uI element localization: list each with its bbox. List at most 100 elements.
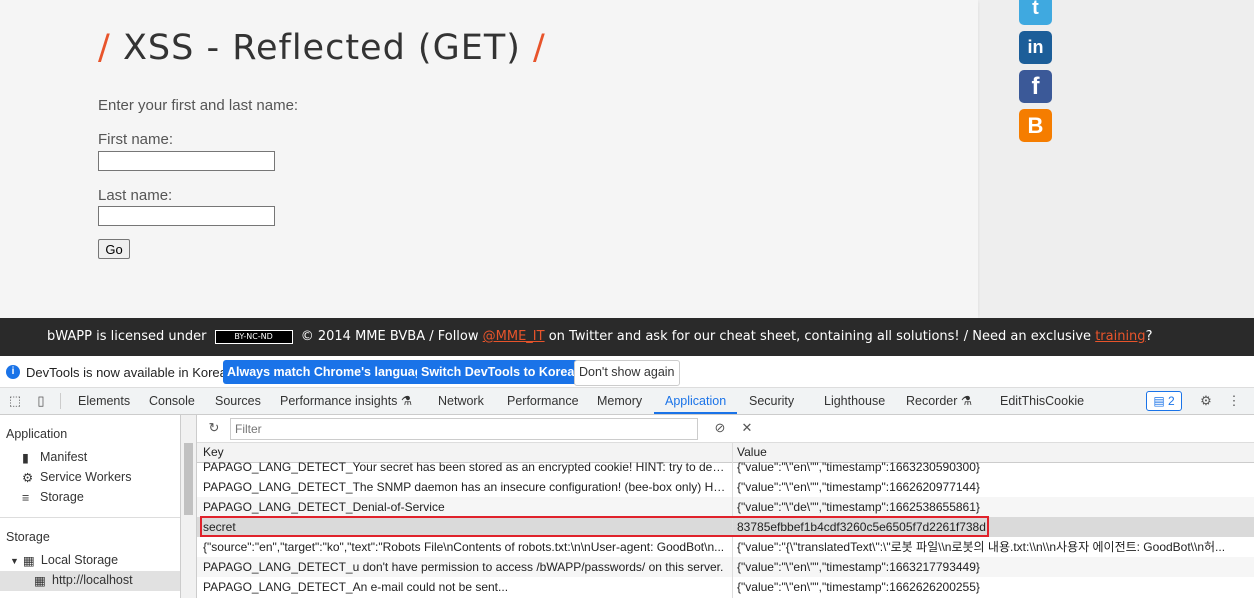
switch-to-korean-button[interactable]: Switch DevTools to Korean (417, 360, 586, 384)
tab-lighthouse[interactable]: Lighthouse (824, 388, 885, 414)
footer-cheatsheet-text: on Twitter and ask for our cheat sheet, … (548, 329, 1092, 344)
sidebar-item-label: Manifest (40, 450, 88, 464)
sidebar-scrollbar[interactable] (181, 415, 197, 598)
sidebar-header-storage: Storage (6, 530, 50, 544)
sidebar-item-manifest[interactable]: ▮ Manifest (22, 450, 88, 465)
tab-performance-insights-label: Performance insights (280, 394, 398, 408)
filter-input[interactable] (230, 418, 698, 440)
row-value: {"value":"\"en\"","timestamp":1663217793… (737, 560, 980, 574)
info-icon: i (6, 365, 20, 379)
sidebar-item-storage[interactable]: ≡ Storage (22, 490, 84, 505)
name-prompt: Enter your first and last name: (98, 97, 299, 114)
clear-all-icon[interactable]: ⊘ (712, 420, 728, 436)
flask-icon: ⚗ (400, 394, 413, 408)
first-name-input[interactable] (98, 151, 275, 171)
sidebar-item-local-storage[interactable]: ▼ ▦ Local Storage (10, 553, 119, 568)
sidebar-divider (0, 517, 180, 518)
storage-panel: ↻ ⊘ ✕ Key Value PAPAGO_LANG_DETECT_Your … (197, 415, 1254, 598)
tab-application[interactable]: Application (654, 388, 738, 414)
go-button[interactable]: Go (98, 239, 130, 259)
tab-elements[interactable]: Elements (78, 388, 130, 414)
tab-performance[interactable]: Performance (507, 388, 579, 414)
blogger-icon[interactable]: B (1019, 109, 1052, 142)
twitter-icon[interactable]: t (1019, 0, 1052, 25)
row-key: {"source":"en","target":"ko","text":"Rob… (203, 540, 725, 554)
delete-selected-icon[interactable]: ✕ (739, 420, 755, 436)
notice-text: DevTools is now available in Korean! (26, 365, 238, 380)
sidebar-item-label: Service Workers (40, 470, 132, 484)
row-value: {"value":"{\"translatedText\":\"로봇 파일\\n… (737, 540, 1226, 554)
database-icon: ≡ (22, 491, 30, 505)
grid-icon: ▦ (34, 574, 46, 588)
tab-recorder[interactable]: Recorder ⚗ (906, 388, 972, 414)
tab-console[interactable]: Console (149, 388, 195, 414)
refresh-icon[interactable]: ↻ (206, 420, 222, 436)
row-key: PAPAGO_LANG_DETECT_Denial-of-Service (203, 500, 445, 514)
row-key: PAPAGO_LANG_DETECT_An e-mail could not b… (203, 580, 509, 594)
tab-network[interactable]: Network (438, 388, 484, 414)
grid-icon: ▦ (22, 554, 35, 568)
footer-end: ? (1145, 329, 1153, 344)
tab-sources[interactable]: Sources (215, 388, 261, 414)
message-count: 2 (1168, 394, 1175, 408)
sidebar-item-label: http://localhost (52, 573, 133, 587)
table-row[interactable]: PAPAGO_LANG_DETECT_Denial-of-Service {"va… (197, 497, 1254, 517)
row-value: {"value":"\"en\"","timestamp":1662626200… (737, 580, 980, 594)
tab-recorder-label: Recorder (906, 394, 958, 408)
last-name-input[interactable] (98, 206, 275, 226)
sidebar-item-service-workers[interactable]: ⚙ Service Workers (22, 470, 132, 485)
table-row[interactable]: PAPAGO_LANG_DETECT_u don't have permissi… (197, 557, 1254, 577)
dont-show-again-button[interactable]: Don't show again (574, 360, 680, 386)
device-toolbar-icon[interactable]: ▯ (33, 393, 49, 409)
web-page: / XSS - Reflected (GET) / Enter your fir… (0, 0, 1254, 318)
always-match-language-button[interactable]: Always match Chrome's language (223, 360, 434, 384)
devtools-language-notice: i DevTools is now available in Korean! A… (0, 357, 1254, 388)
cc-license-badge[interactable]: BY-NC-ND (214, 329, 293, 344)
title-slash-right: / (533, 28, 546, 68)
inspect-element-icon[interactable]: ⬚ (7, 393, 23, 409)
main-panel: / XSS - Reflected (GET) / Enter your fir… (0, 0, 978, 318)
row-key: PAPAGO_LANG_DETECT_u don't have permissi… (203, 560, 724, 574)
footer-copyright: © 2014 MME BVBA / Follow (300, 329, 479, 344)
highlight-box (200, 516, 989, 537)
tab-memory[interactable]: Memory (597, 388, 642, 414)
table-row[interactable]: {"source":"en","target":"ko","text":"Rob… (197, 537, 1254, 557)
linkedin-icon[interactable]: in (1019, 31, 1052, 64)
first-name-label: First name: (98, 131, 174, 148)
application-sidebar: Application ▮ Manifest ⚙ Service Workers ≡… (0, 415, 181, 598)
tab-security[interactable]: Security (749, 388, 794, 414)
gear-icon: ⚙ (22, 471, 34, 485)
sidebar-item-label: Local Storage (40, 553, 119, 567)
row-key: PAPAGO_LANG_DETECT_Your secret has been … (203, 460, 727, 474)
devtools-tab-bar: ⬚ ▯ Elements Console Sources Performance… (0, 388, 1254, 415)
facebook-icon[interactable]: f (1019, 70, 1052, 103)
page-title: / XSS - Reflected (GET) / (98, 28, 546, 68)
last-name-label: Last name: (98, 187, 173, 204)
table-row[interactable]: PAPAGO_LANG_DETECT_The SNMP daemon has a… (197, 477, 1254, 497)
twitter-handle-link[interactable]: @MME_IT (483, 329, 545, 344)
toolbar-divider (60, 393, 61, 409)
sidebar-item-label: Storage (40, 490, 84, 504)
settings-gear-icon[interactable]: ⚙ (1198, 393, 1214, 409)
expand-arrow-icon[interactable]: ▼ (10, 556, 19, 566)
scrollbar-thumb[interactable] (184, 443, 193, 515)
more-options-icon[interactable]: ⋮ (1226, 393, 1242, 409)
sidebar-item-localhost[interactable]: ▦ http://localhost (34, 573, 133, 588)
tab-performance-insights[interactable]: Performance insights ⚗ (280, 388, 412, 414)
page-footer: bWAPP is licensed under BY-NC-ND © 2014 … (0, 318, 1254, 356)
message-icon: ▤ (1153, 394, 1165, 408)
table-row[interactable]: PAPAGO_LANG_DETECT_Your secret has been … (197, 457, 1254, 477)
footer-license-prefix: bWAPP is licensed under (47, 329, 207, 344)
file-icon: ▮ (22, 451, 29, 465)
filter-toolbar: ↻ ⊘ ✕ (197, 415, 1254, 443)
training-link[interactable]: training (1095, 329, 1145, 344)
row-key: PAPAGO_LANG_DETECT_The SNMP daemon has a… (203, 480, 727, 494)
sidebar-header-application: Application (6, 427, 68, 441)
title-slash-left: / (98, 28, 111, 68)
table-row[interactable]: PAPAGO_LANG_DETECT_An e-mail could not b… (197, 577, 1254, 597)
messages-badge[interactable]: ▤ 2 (1146, 391, 1182, 411)
tab-editthiscookie[interactable]: EditThisCookie (1000, 388, 1084, 414)
flask-icon: ⚗ (960, 394, 973, 408)
row-value: {"value":"\"en\"","timestamp":1663230590… (737, 460, 980, 474)
title-text: XSS - Reflected (GET) (122, 28, 521, 68)
